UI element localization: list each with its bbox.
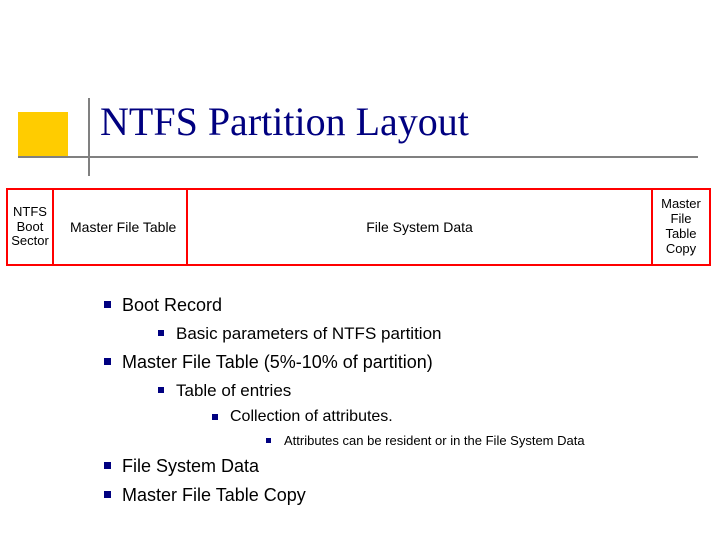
- title-rule-vertical: [88, 98, 90, 176]
- bullet-mft: Master File Table (5%-10% of partition) …: [100, 349, 700, 451]
- diagram-cell-mft: Master File Table: [54, 190, 188, 264]
- diagram-cell-fs-data: File System Data: [188, 190, 653, 264]
- bullet-collection-attrs: Collection of attributes. Attributes can…: [208, 405, 700, 451]
- diagram-cell-boot-sector: NTFS Boot Sector: [8, 190, 54, 264]
- bullet-basic-params: Basic parameters of NTFS partition: [154, 321, 700, 347]
- slide: NTFS Partition Layout NTFS Boot Sector M…: [0, 0, 720, 540]
- title-accent-box: [18, 112, 68, 156]
- slide-title: NTFS Partition Layout: [100, 98, 469, 145]
- bullet-text: Boot Record: [122, 295, 222, 315]
- bullet-text: Basic parameters of NTFS partition: [176, 324, 441, 343]
- bullet-text: Master File Table (5%-10% of partition): [122, 352, 433, 372]
- bullet-text: File System Data: [122, 456, 259, 476]
- bullet-attrs-resident: Attributes can be resident or in the Fil…: [262, 431, 700, 451]
- bullet-mft-copy: Master File Table Copy: [100, 482, 700, 509]
- bullet-fs-data: File System Data: [100, 453, 700, 480]
- partition-diagram: NTFS Boot Sector Master File Table File …: [6, 188, 711, 266]
- title-rule-horizontal: [18, 156, 698, 158]
- bullet-boot-record: Boot Record Basic parameters of NTFS par…: [100, 292, 700, 347]
- bullet-text: Table of entries: [176, 381, 291, 400]
- bullet-text: Collection of attributes.: [230, 408, 393, 425]
- bullet-text: Attributes can be resident or in the Fil…: [284, 433, 585, 448]
- diagram-cell-mft-copy: Master File Table Copy: [653, 190, 709, 264]
- content-body: Boot Record Basic parameters of NTFS par…: [100, 290, 700, 511]
- bullet-text: Master File Table Copy: [122, 485, 306, 505]
- bullet-table-entries: Table of entries Collection of attribute…: [154, 378, 700, 451]
